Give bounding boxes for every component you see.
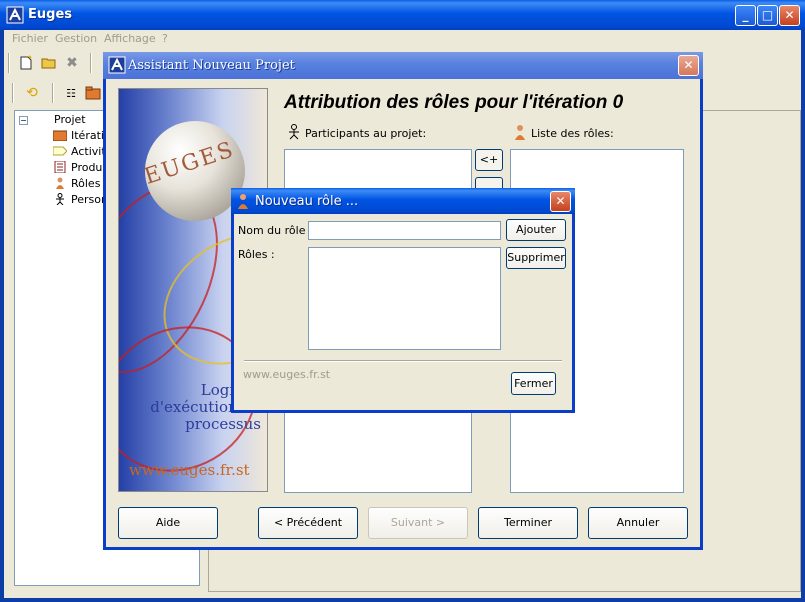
role-name-label: Nom du rôle : — [238, 224, 313, 237]
toolbar-separator — [90, 53, 92, 73]
dialog-footer-url: www.euges.fr.st — [243, 368, 331, 381]
tree-view-icon[interactable]: ☷ — [62, 84, 80, 102]
close-icon: ✕ — [683, 58, 694, 72]
euges-app-icon — [6, 6, 24, 24]
wizard-heading: Attribution des rôles pour l'itération 0 — [284, 92, 624, 113]
menu-gestion[interactable]: Gestion — [55, 32, 97, 45]
tree-toolbar: ⟲ ☷ — [4, 82, 104, 108]
person-icon — [53, 193, 67, 206]
finish-button[interactable]: Terminer — [478, 507, 578, 539]
roles-label: Rôles : — [238, 248, 275, 261]
next-button[interactable]: Suivant > — [368, 507, 468, 539]
menu-fichier[interactable]: Fichier — [12, 32, 48, 45]
new-role-dialog: Nouveau rôle ... ✕ Nom du rôle : Ajouter… — [231, 188, 575, 413]
toolbar-separator — [8, 53, 10, 73]
close-dialog-button[interactable]: Fermer — [511, 372, 556, 395]
minimize-icon: _ — [742, 8, 749, 22]
toolbar-separator — [52, 83, 54, 103]
dialog-divider — [244, 360, 562, 362]
dialog-title: Nouveau rôle ... — [255, 194, 359, 209]
dialog-close-button[interactable]: ✕ — [550, 191, 571, 212]
refresh-icon[interactable]: ⟲ — [23, 84, 41, 102]
iteration-toolbar-icon[interactable] — [84, 84, 102, 102]
tree-item-label: Itérati — [71, 129, 104, 142]
role-icon — [513, 124, 527, 143]
activity-icon — [53, 145, 68, 157]
menu-affichage[interactable]: Affichage — [104, 32, 156, 45]
participants-label: Participants au projet: — [287, 124, 426, 143]
person-icon — [287, 124, 301, 143]
add-role-arrow-button[interactable]: <+ — [475, 149, 503, 171]
close-button[interactable]: ✕ — [779, 5, 800, 26]
dialog-roles-list[interactable] — [308, 247, 501, 350]
delete-button[interactable]: Supprimer — [506, 247, 566, 269]
maximize-button[interactable]: □ — [757, 5, 778, 26]
toolbar-separator — [12, 83, 14, 103]
wizard-title-bar[interactable]: Assistant Nouveau Projet ✕ — [103, 52, 703, 79]
wizard-title: Assistant Nouveau Projet — [128, 58, 295, 73]
dialog-client-area: Nom du rôle : Ajouter Rôles : Supprimer … — [234, 214, 572, 410]
collapse-icon[interactable]: − — [19, 116, 28, 125]
iteration-icon — [53, 129, 68, 142]
tree-item-roles[interactable]: Rôles — [53, 177, 100, 193]
previous-button[interactable]: < Précédent — [258, 507, 358, 539]
help-button[interactable]: Aide — [118, 507, 218, 539]
cancel-button[interactable]: Annuler — [588, 507, 688, 539]
roles-list-label-text: Liste des rôles: — [531, 127, 614, 140]
tree-item-label: Rôles — [71, 177, 101, 190]
main-window-title: Euges — [28, 7, 72, 22]
role-icon — [53, 177, 67, 189]
close-icon: ✕ — [555, 194, 566, 208]
menubar: Fichier Gestion Affichage ? — [4, 30, 801, 48]
main-title-bar[interactable]: Euges _ □ ✕ — [0, 0, 805, 30]
maximize-icon: □ — [761, 8, 774, 22]
participants-label-text: Participants au projet: — [305, 127, 427, 140]
new-file-icon[interactable] — [17, 54, 35, 72]
role-icon — [236, 193, 254, 211]
wizard-app-icon — [108, 56, 126, 74]
minimize-button[interactable]: _ — [735, 5, 756, 26]
roles-list-label: Liste des rôles: — [513, 124, 614, 143]
product-icon — [53, 161, 67, 174]
role-name-input[interactable] — [308, 221, 501, 240]
tree-root-label: Projet — [54, 113, 86, 126]
delete-icon[interactable]: ✖ — [63, 54, 81, 72]
open-folder-icon[interactable] — [40, 54, 58, 72]
close-icon: ✕ — [784, 8, 795, 22]
tree-item-label: Produi — [71, 161, 106, 174]
add-button[interactable]: Ajouter — [506, 219, 566, 241]
tree-item-iterations[interactable]: Itérati — [53, 129, 104, 145]
tree-item-products[interactable]: Produi — [53, 161, 105, 177]
dialog-title-bar[interactable]: Nouveau rôle ... ✕ — [231, 188, 575, 214]
main-toolbar: ✖ — [4, 50, 104, 76]
tree-root[interactable]: − Projet — [19, 113, 86, 129]
wizard-close-button[interactable]: ✕ — [678, 55, 699, 76]
menu-help[interactable]: ? — [162, 32, 168, 45]
tree-item-activities[interactable]: Activit — [53, 145, 106, 161]
tree-item-label: Activit — [71, 145, 106, 158]
banner-url: www.euges.fr.st — [129, 461, 250, 479]
tree-item-persons[interactable]: Person — [53, 193, 108, 209]
